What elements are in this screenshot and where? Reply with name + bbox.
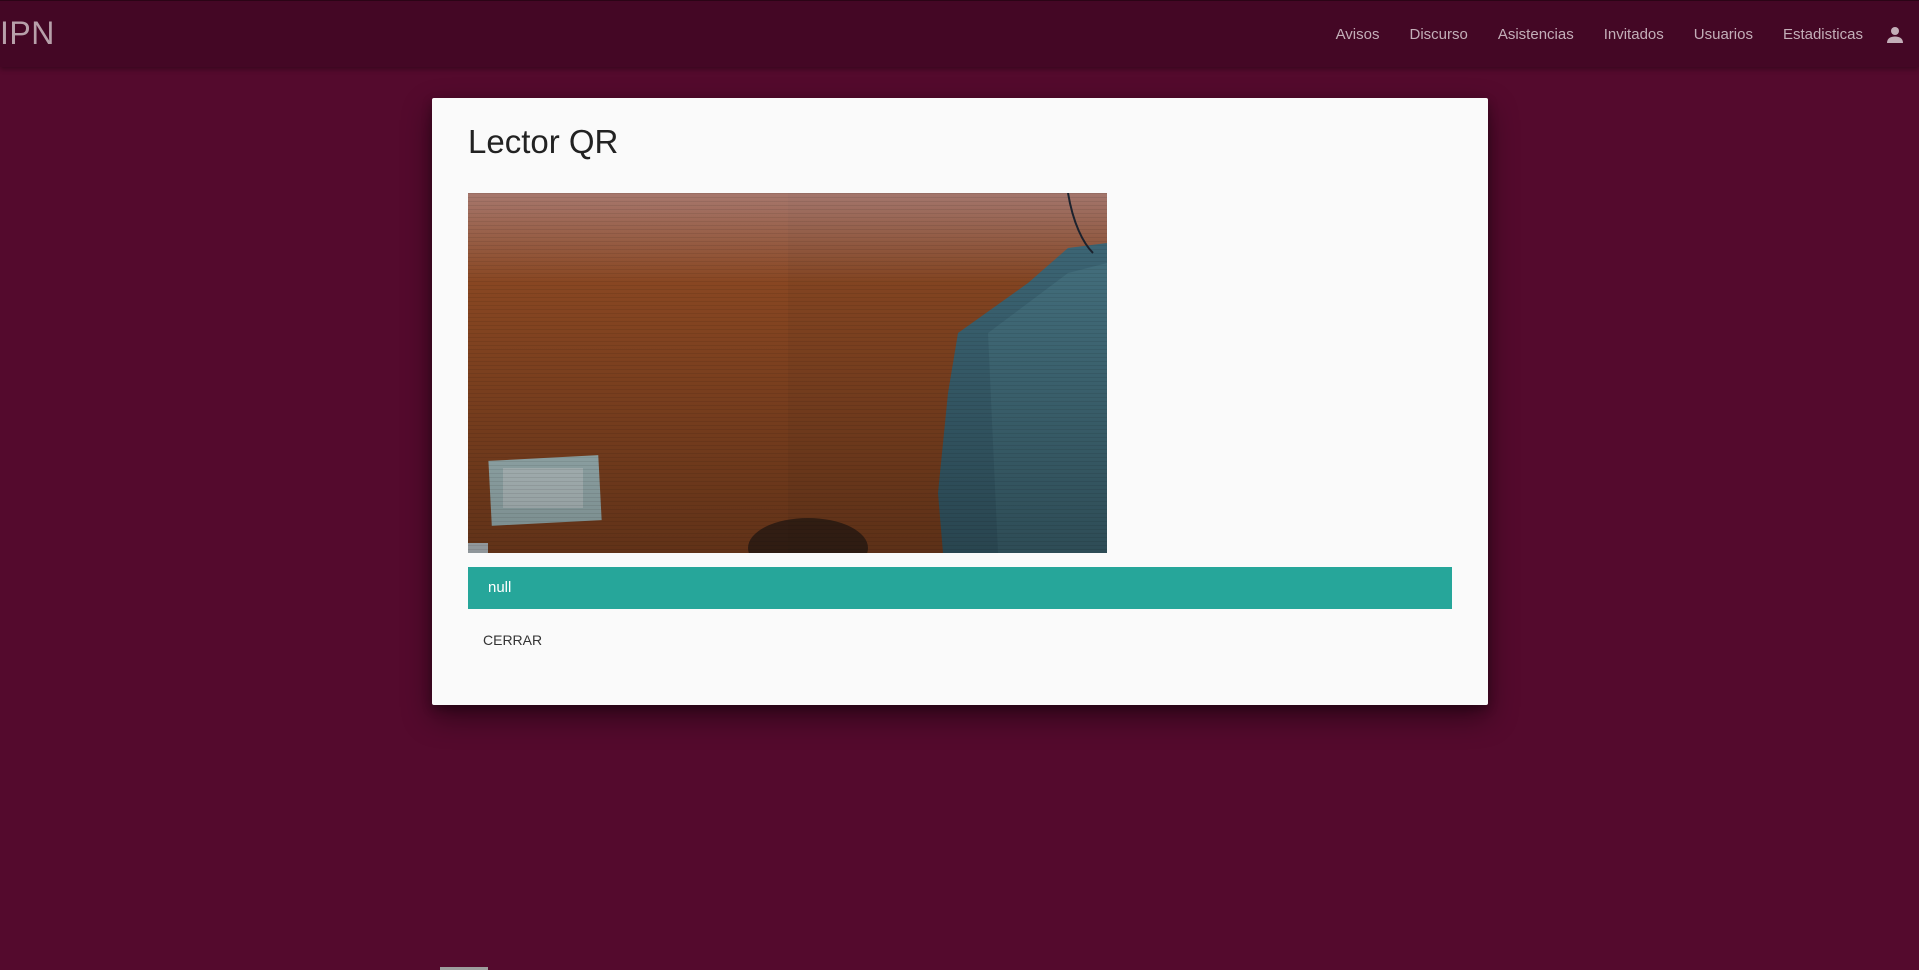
person-icon[interactable] [1885,25,1905,45]
nav-link-discurso[interactable]: Discurso [1409,26,1467,43]
close-button[interactable]: CERRAR [468,622,557,658]
nav-link-estadisticas[interactable]: Estadisticas [1783,26,1863,43]
nav-link-usuarios[interactable]: Usuarios [1694,26,1753,43]
qr-reader-modal: Lector QR null CERRAR [432,98,1488,705]
nav-link-invitados[interactable]: Invitados [1604,26,1664,43]
nav-link-avisos[interactable]: Avisos [1336,26,1380,43]
nav-links: Avisos Discurso Asistencias Invitados Us… [1336,1,1863,68]
qr-result-bar: null [468,567,1452,609]
top-navbar: IPN Avisos Discurso Asistencias Invitado… [0,0,1919,67]
brand-logo[interactable]: IPN [0,15,55,51]
modal-title: Lector QR [468,123,619,160]
camera-preview [468,193,1107,553]
nav-link-asistencias[interactable]: Asistencias [1498,26,1574,43]
